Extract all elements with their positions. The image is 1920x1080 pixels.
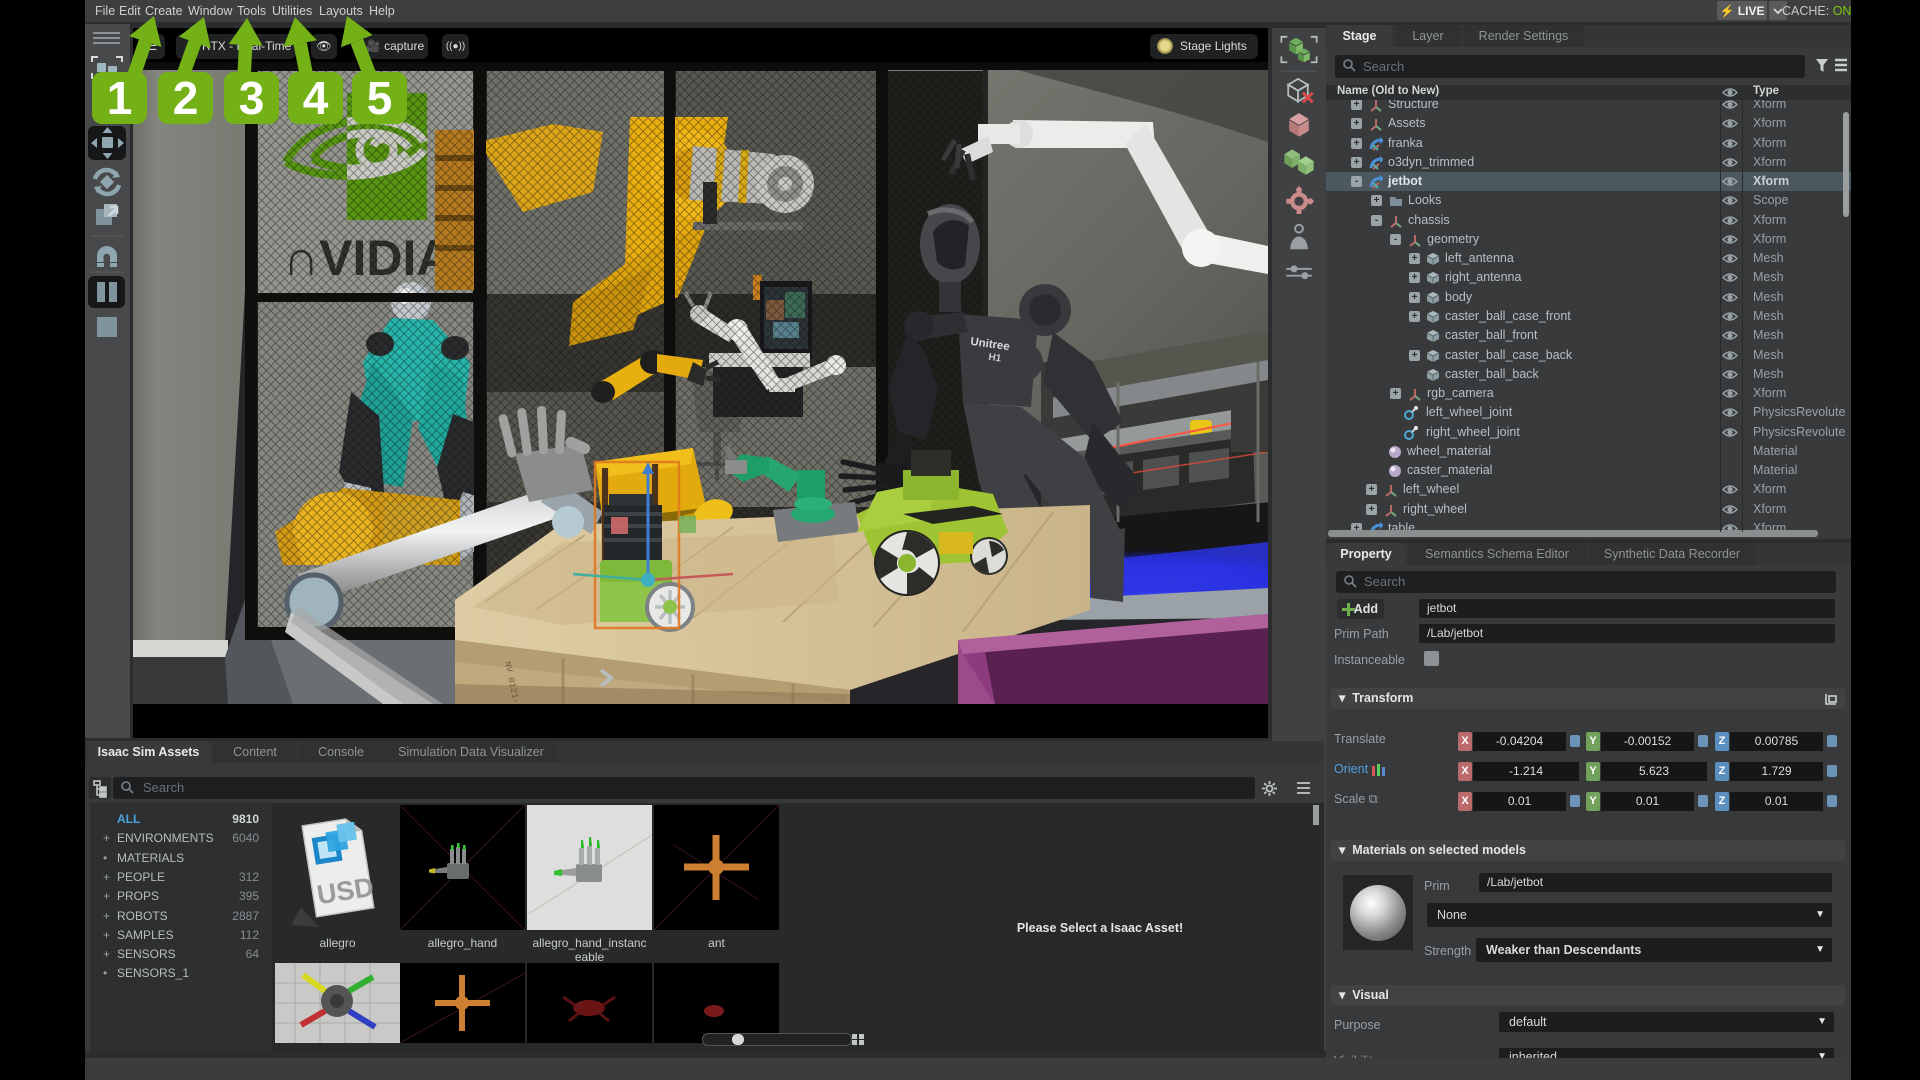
svg-text:3: 3 <box>239 72 265 124</box>
svg-text:H1: H1 <box>988 352 1003 365</box>
svg-text:2: 2 <box>173 72 199 124</box>
svg-text:5: 5 <box>367 72 393 124</box>
svg-text:4: 4 <box>303 72 329 124</box>
svg-text:1: 1 <box>107 72 133 124</box>
